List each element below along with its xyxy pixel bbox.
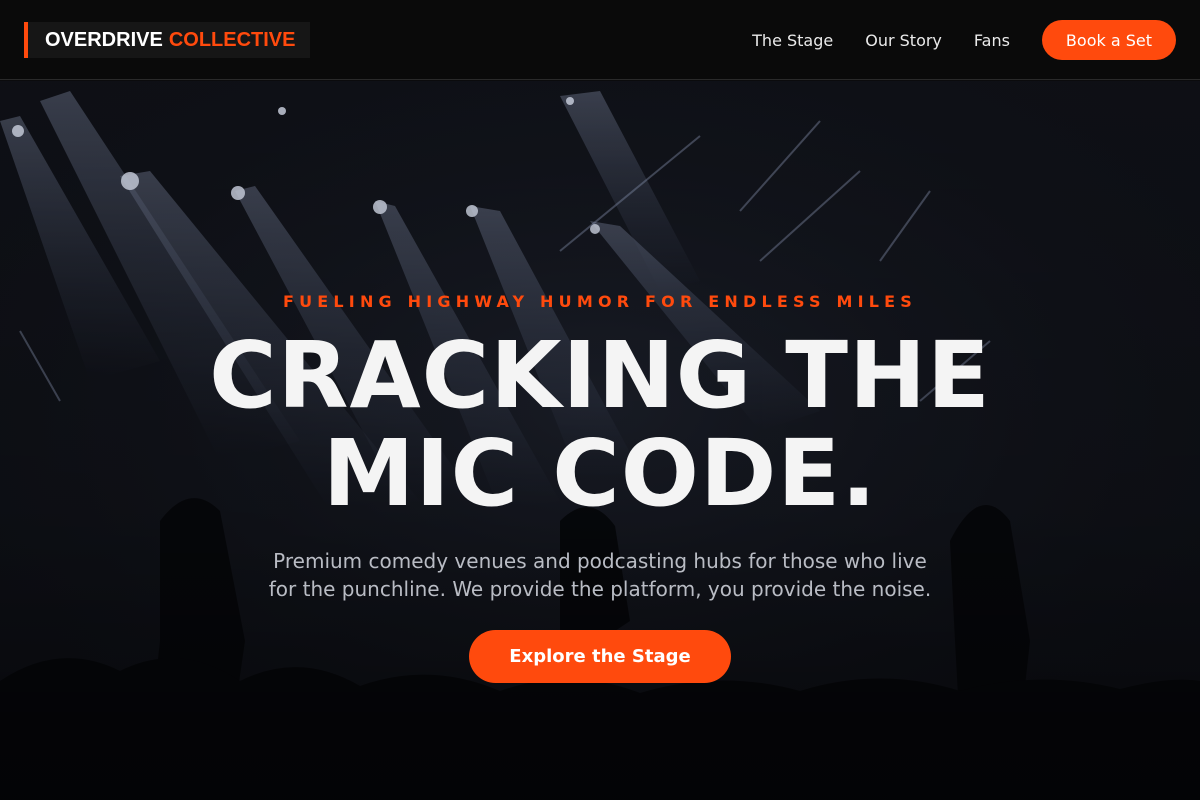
hero-description-line-1: Premium comedy venues and podcasting hub… — [273, 549, 927, 573]
hero-headline-line-2: MIC CODE. — [322, 420, 878, 527]
brand-logo[interactable]: OVERDRIVE COLLECTIVE — [24, 22, 311, 58]
hero-description: Premium comedy venues and podcasting hub… — [250, 547, 950, 603]
brand-name-primary: OVERDRIVE — [45, 28, 163, 51]
nav-link-the-stage[interactable]: The Stage — [752, 31, 833, 50]
hero-content: FUELING HIGHWAY HUMOR FOR ENDLESS MILES … — [0, 81, 1200, 800]
hero-headline-line-1: CRACKING THE — [209, 322, 991, 429]
hero-description-line-2: for the punchline. We provide the platfo… — [268, 577, 932, 601]
hero-eyebrow: FUELING HIGHWAY HUMOR FOR ENDLESS MILES — [282, 292, 918, 311]
brand-name-accent: COLLECTIVE — [168, 28, 296, 51]
site-header: OVERDRIVE COLLECTIVE The Stage Our Story… — [0, 0, 1200, 80]
explore-the-stage-button[interactable]: Explore the Stage — [469, 630, 731, 683]
nav-link-our-story[interactable]: Our Story — [865, 31, 942, 50]
book-a-set-button[interactable]: Book a Set — [1041, 20, 1176, 60]
hero-headline: CRACKING THE MIC CODE. — [0, 327, 1200, 523]
nav-link-fans[interactable]: Fans — [974, 31, 1010, 50]
hero-section: FUELING HIGHWAY HUMOR FOR ENDLESS MILES … — [0, 81, 1200, 800]
main-nav: The Stage Our Story Fans Book a Set — [752, 0, 1176, 80]
